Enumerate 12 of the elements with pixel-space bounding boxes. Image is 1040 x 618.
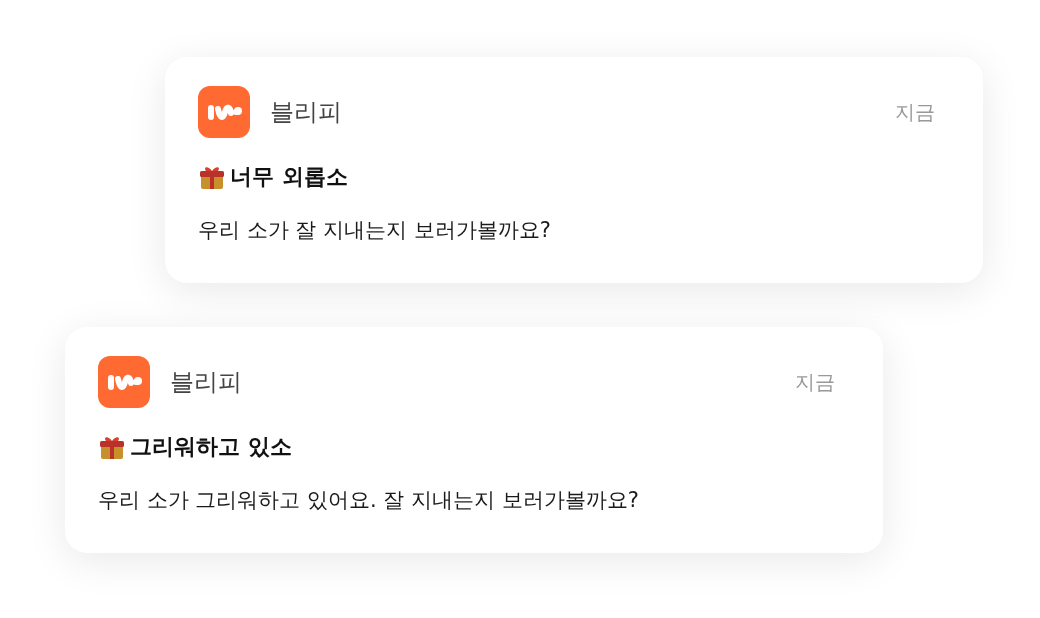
notification-message: 우리 소가 그리워하고 있어요. 잘 지내는지 보러가볼까요?	[98, 487, 640, 514]
notification-card[interactable]: 블리피 지금 너무 외롭소 우리 소가 잘 지내는지 보러가볼까요?	[165, 57, 983, 283]
app-logo-icon	[198, 86, 250, 138]
notification-message: 우리 소가 잘 지내는지 보러가볼까요?	[198, 217, 552, 244]
app-logo-icon	[98, 356, 150, 408]
notification-title: 너무 외롭소	[230, 163, 348, 191]
time-label: 지금	[795, 369, 835, 396]
time-label: 지금	[895, 99, 935, 126]
app-name: 블리피	[270, 97, 342, 128]
app-name: 블리피	[170, 367, 242, 398]
notification-title: 그리워하고 있소	[130, 433, 292, 461]
notification-card[interactable]: 블리피 지금 그리워하고 있소 우리 소가 그리워하고 있어요. 잘 지내는지 보러가볼까요?	[65, 327, 883, 553]
